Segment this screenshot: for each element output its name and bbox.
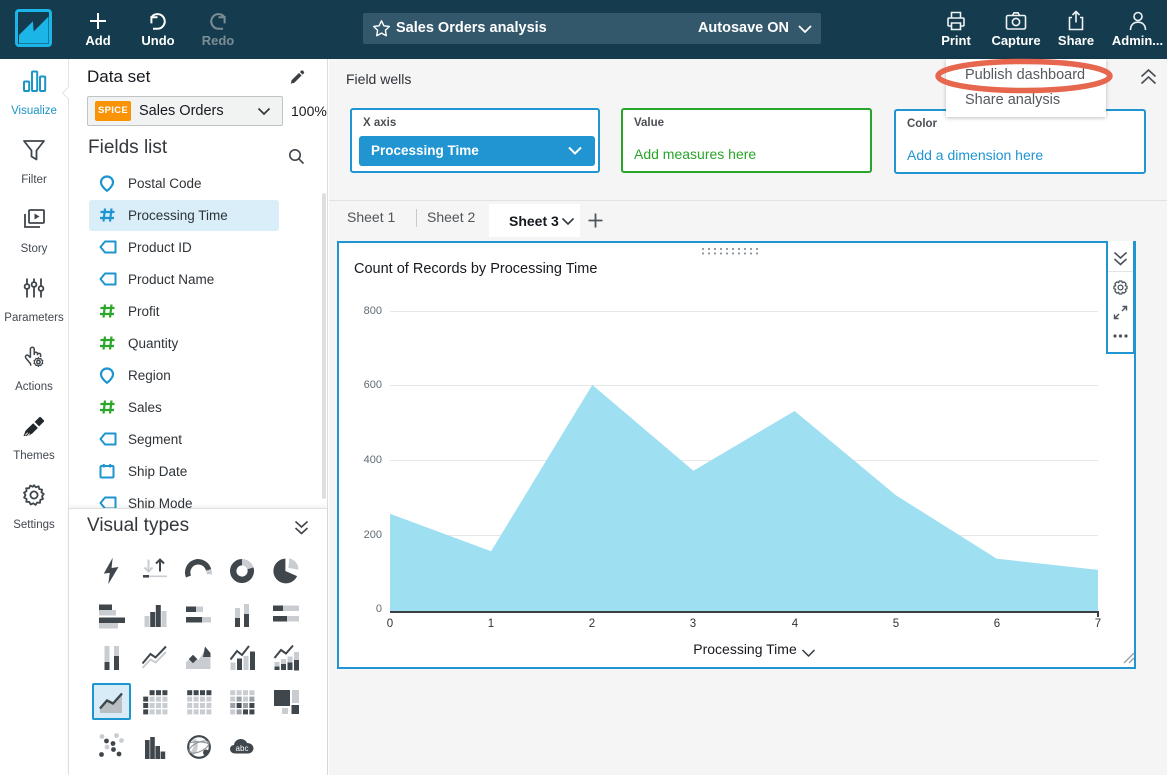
svg-text:abc: abc	[236, 744, 249, 753]
